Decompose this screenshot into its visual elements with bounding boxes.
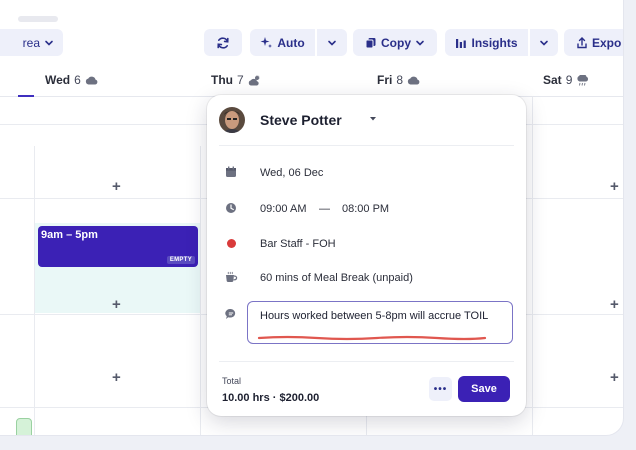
bar-chart-icon [456,38,467,48]
spellcheck-underline [257,335,487,341]
shift-date[interactable]: Wed, 06 Dec [260,167,323,179]
refresh-button[interactable] [204,29,242,56]
chevron-down-icon [328,40,336,46]
shift-time: 9am – 5pm [41,229,98,241]
refresh-icon [217,36,229,49]
grid-column-line [532,97,533,435]
popover-divider [219,145,514,146]
day-name: Sat [543,73,562,87]
copy-icon [365,37,376,48]
add-shift-button[interactable]: + [112,178,121,195]
tab-stub [18,16,58,22]
day-date: 9 [565,73,573,87]
role-field[interactable]: Bar Staff - FOH [260,238,336,250]
end-time-field[interactable]: 08:00 PM [342,203,389,215]
popover-divider [219,361,514,362]
scheduler-window: rea Auto Copy Insights Expo Wed 6 Thu 7 [0,0,624,436]
area-filter-label: rea [22,35,40,50]
export-button[interactable]: Expo [564,29,623,56]
insights-label: Insights [471,35,518,50]
partly-sunny-icon [248,74,260,85]
day-name: Thu [211,73,233,87]
calendar-icon [226,166,236,177]
day-date: 7 [237,73,244,87]
total-label: Total [222,376,242,386]
day-date: 8 [396,73,404,87]
sparkle-icon [260,37,273,48]
day-header-wed[interactable]: Wed 6 [45,73,98,87]
shift-details-popover: Steve Potter Wed, 06 Dec 09:00 AM — 08:0… [207,95,526,416]
export-icon [577,36,587,48]
auto-label: Auto [277,35,305,50]
add-shift-button[interactable]: + [610,369,619,386]
day-date: 6 [74,73,81,87]
more-options-label: ••• [433,383,448,395]
day-name: Wed [45,73,71,87]
active-day-indicator [18,95,34,97]
time-separator: — [319,203,330,215]
coffee-cup-icon [226,271,238,282]
auto-button[interactable]: Auto [250,29,315,56]
chevron-down-icon [416,40,424,46]
grid-column-line [200,146,201,435]
insights-dropdown-button[interactable] [530,29,558,56]
cloud-icon [85,76,98,84]
shift-status-badge: EMPTY [166,256,195,264]
total-value: 10.00 hrs · $200.00 [222,392,320,404]
day-header-fri[interactable]: Fri 8 [377,73,420,87]
copy-label: Copy [381,35,411,50]
cloud-icon [407,76,420,84]
add-shift-button[interactable]: + [112,296,121,313]
more-options-button[interactable]: ••• [429,377,452,401]
chevron-down-icon [45,40,53,46]
avatar [219,107,245,133]
chevron-down-icon [540,40,548,46]
caret-down-icon[interactable] [369,116,377,122]
copy-button[interactable]: Copy [353,29,437,56]
add-shift-button[interactable]: + [610,296,619,313]
shift-card-partial[interactable] [16,418,32,435]
rain-cloud-icon [577,74,589,86]
comment-icon [225,308,236,319]
break-field[interactable]: 60 mins of Meal Break (unpaid) [260,272,413,284]
role-color-dot [227,239,236,248]
clock-icon [226,203,236,213]
area-filter-button[interactable]: rea [0,29,63,56]
save-button[interactable]: Save [458,376,510,402]
export-label: Expo [592,35,622,50]
employee-name[interactable]: Steve Potter [260,112,342,128]
auto-dropdown-button[interactable] [317,29,347,56]
day-header-thu[interactable]: Thu 7 [211,73,261,87]
start-time-field[interactable]: 09:00 AM [260,203,306,215]
insights-button[interactable]: Insights [445,29,528,56]
day-header-sat[interactable]: Sat 9 [543,73,589,87]
add-shift-button[interactable]: + [112,369,121,386]
shift-card[interactable]: 9am – 5pm EMPTY [38,226,198,267]
add-shift-button[interactable]: + [610,178,619,195]
day-name: Fri [377,73,393,87]
